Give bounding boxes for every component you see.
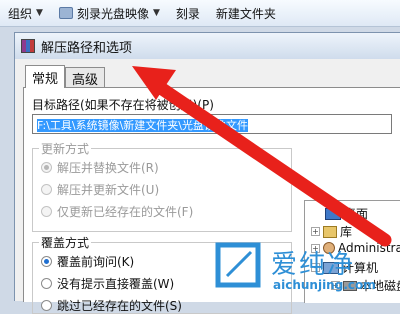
destination-path-label: 目标路径(如果不存在将被创建)(P)	[32, 98, 214, 112]
update-mode-group: 更新方式 解压并替换文件(R) 解压并更新文件(U) 仅更新已经存在的文件(F)	[32, 140, 292, 232]
explorer-toolbar: 组织 ▼ 刻录光盘映像 ▼ 刻录 新建文件夹	[0, 0, 400, 27]
burn-disc-image-label: 刻录光盘映像	[76, 6, 149, 21]
destination-path-input[interactable]: F:\工具\系统镜像\新建文件夹\光盘镜像文件	[32, 114, 392, 134]
radio-button[interactable]	[41, 300, 52, 311]
disc-image-icon	[58, 7, 73, 19]
burn-disc-image-button[interactable]: 刻录光盘映像 ▼	[51, 2, 168, 24]
expand-icon[interactable]: +	[311, 227, 320, 236]
radio-button[interactable]	[41, 184, 52, 195]
tab-general-label: 常规	[32, 71, 59, 87]
tab-advanced-label: 高级	[72, 72, 99, 88]
winrar-icon	[21, 39, 35, 53]
update-option-update-label: 解压并更新文件(U)	[57, 183, 160, 197]
update-option-replace-label: 解压并替换文件(R)	[57, 161, 159, 175]
update-option-existing-only[interactable]: 仅更新已经存在的文件(F)	[41, 203, 193, 220]
new-folder-label: 新建文件夹	[215, 6, 276, 21]
tree-item-label: 库	[340, 225, 353, 239]
tab-strip: 常规 高级	[25, 65, 106, 88]
tree-item-label: 桌面	[344, 207, 369, 221]
overwrite-option-ask[interactable]: 覆盖前询问(K)	[41, 253, 134, 270]
radio-button[interactable]	[41, 162, 52, 173]
tree-item-library[interactable]: + 库	[311, 223, 352, 240]
radio-button[interactable]	[41, 256, 52, 267]
tab-advanced[interactable]: 高级	[65, 67, 106, 88]
watermark-text: 爱纯净	[271, 250, 356, 280]
update-mode-title: 更新方式	[39, 140, 92, 157]
dialog-title: 解压路径和选项	[41, 40, 133, 56]
overwrite-option-without-prompt[interactable]: 没有提示直接覆盖(W)	[41, 275, 174, 292]
organize-label: 组织	[8, 6, 33, 21]
chevron-down-icon: ▼	[152, 8, 160, 18]
new-folder-button[interactable]: 新建文件夹	[208, 2, 284, 24]
destination-path-value: F:\工具\系统镜像\新建文件夹\光盘镜像文件	[37, 119, 249, 132]
dialog-titlebar[interactable]: 解压路径和选项	[15, 33, 400, 59]
tree-item-desktop[interactable]: 桌面	[325, 205, 368, 222]
library-icon	[323, 225, 337, 238]
overwrite-option-ask-label: 覆盖前询问(K)	[57, 255, 135, 269]
update-option-replace[interactable]: 解压并替换文件(R)	[41, 159, 159, 176]
radio-button[interactable]	[41, 278, 52, 289]
update-option-update[interactable]: 解压并更新文件(U)	[41, 181, 159, 198]
desktop-icon	[325, 207, 341, 220]
overwrite-mode-title: 覆盖方式	[39, 234, 92, 251]
burn-label: 刻录	[175, 6, 200, 21]
chevron-down-icon: ▼	[36, 8, 43, 18]
watermark-logo-icon	[215, 242, 261, 288]
burn-button[interactable]: 刻录	[168, 2, 208, 24]
overwrite-option-without-prompt-label: 没有提示直接覆盖(W)	[57, 277, 175, 291]
tab-general[interactable]: 常规	[25, 65, 66, 88]
site-watermark: 爱纯净 aichunjing.com	[215, 240, 400, 300]
radio-button[interactable]	[41, 206, 52, 217]
watermark-url: aichunjing.com	[273, 278, 376, 292]
organize-menu-button[interactable]: 组织 ▼	[0, 2, 51, 24]
update-option-existing-only-label: 仅更新已经存在的文件(F)	[57, 205, 194, 219]
